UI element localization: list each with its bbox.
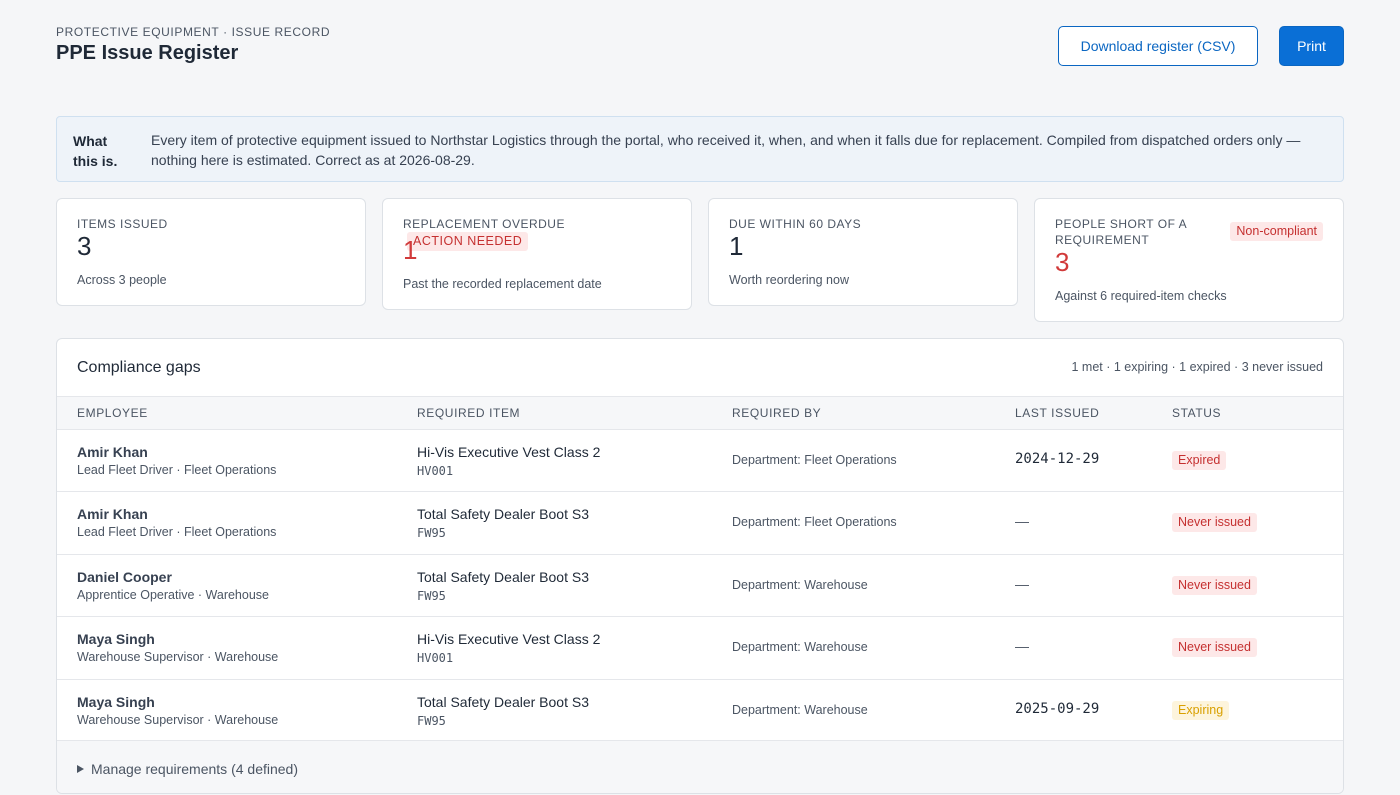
- employee-name: Amir Khan: [77, 444, 148, 460]
- col-employee: EMPLOYEE: [77, 406, 148, 420]
- required-by: Department: Fleet Operations: [732, 515, 897, 529]
- employee-name: Amir Khan: [77, 506, 148, 522]
- employee-role: Lead Fleet Driver · Fleet Operations: [77, 525, 277, 539]
- panel-title: Compliance gaps: [77, 359, 201, 376]
- stat-label: PEOPLE SHORT OF A REQUIREMENT: [1055, 217, 1187, 247]
- stat-card-items-issued: ITEMS ISSUED 3 Across 3 people: [56, 198, 366, 306]
- table-row: Amir Khan Lead Fleet Driver · Fleet Oper…: [57, 430, 1343, 492]
- item-code: HV001: [417, 464, 454, 478]
- manage-requirements-label: Manage requirements (4 defined): [91, 761, 299, 777]
- item-code: FW95: [417, 714, 446, 728]
- page-title: PPE Issue Register: [56, 42, 239, 64]
- required-by: Department: Warehouse: [732, 640, 868, 654]
- stat-card-due-60-days: DUE WITHIN 60 DAYS 1 Worth reordering no…: [708, 198, 1018, 306]
- print-button[interactable]: Print: [1279, 26, 1344, 66]
- stat-card-replacement-overdue: REPLACEMENT OVERDUE Action needed 1 Past…: [382, 198, 692, 310]
- last-issued: —: [1015, 576, 1029, 592]
- item-name: Hi-Vis Executive Vest Class 2: [417, 631, 601, 647]
- last-issued: 2024-12-29: [1015, 451, 1100, 467]
- status-badge: Expired: [1172, 451, 1227, 470]
- stat-label: ITEMS ISSUED: [77, 217, 168, 231]
- manage-requirements-toggle[interactable]: Manage requirements (4 defined): [77, 761, 298, 777]
- last-issued: —: [1015, 638, 1029, 654]
- info-text: Every item of protective equipment issue…: [151, 132, 1301, 168]
- col-required-item: REQUIRED ITEM: [417, 406, 521, 420]
- stat-value: 1: [403, 235, 418, 265]
- compliance-gaps-panel: Compliance gaps 1 met · 1 expiring · 1 e…: [56, 338, 1344, 794]
- item-name: Hi-Vis Executive Vest Class 2: [417, 444, 601, 460]
- page-eyebrow: PROTECTIVE EQUIPMENT · ISSUE RECORD: [56, 25, 331, 39]
- item-name: Total Safety Dealer Boot S3: [417, 506, 589, 522]
- item-code: HV001: [417, 651, 454, 665]
- info-banner: What this is. Every item of protective e…: [56, 116, 1344, 182]
- stat-sub: Worth reordering now: [729, 273, 849, 287]
- stat-card-people-short: PEOPLE SHORT OF A REQUIREMENT Non-compli…: [1034, 198, 1344, 322]
- employee-name: Maya Singh: [77, 631, 155, 647]
- employee-role: Lead Fleet Driver · Fleet Operations: [77, 463, 277, 477]
- status-badge: Never issued: [1172, 513, 1257, 532]
- disclosure-triangle-icon: [77, 765, 84, 773]
- stat-sub: Against 6 required-item checks: [1055, 289, 1227, 303]
- non-compliant-badge: Non-compliant: [1230, 222, 1323, 241]
- item-name: Total Safety Dealer Boot S3: [417, 569, 589, 585]
- status-badge: Never issued: [1172, 576, 1257, 595]
- table-row: Daniel Cooper Apprentice Operative · War…: [57, 555, 1343, 617]
- employee-name: Maya Singh: [77, 694, 155, 710]
- table-row: Amir Khan Lead Fleet Driver · Fleet Oper…: [57, 492, 1343, 555]
- page-header: PROTECTIVE EQUIPMENT · ISSUE RECORD PPE …: [56, 0, 1344, 116]
- item-code: FW95: [417, 589, 446, 603]
- status-badge: Never issued: [1172, 638, 1257, 657]
- stat-label: DUE WITHIN 60 DAYS: [729, 217, 862, 231]
- stat-value: 1: [729, 231, 744, 261]
- item-code: FW95: [417, 526, 446, 540]
- stat-label: REPLACEMENT OVERDUE Action needed: [403, 216, 691, 251]
- info-label: What this is.: [73, 133, 118, 169]
- page: PROTECTIVE EQUIPMENT · ISSUE RECORD PPE …: [56, 0, 1344, 794]
- stat-value: 3: [77, 231, 92, 261]
- col-required-by: REQUIRED BY: [732, 406, 822, 420]
- required-by: Department: Fleet Operations: [732, 453, 897, 467]
- required-by: Department: Warehouse: [732, 578, 868, 592]
- stat-sub: Past the recorded replacement date: [403, 277, 602, 291]
- action-needed-badge: Action needed: [407, 232, 529, 251]
- item-name: Total Safety Dealer Boot S3: [417, 694, 589, 710]
- stat-sub: Across 3 people: [77, 273, 167, 287]
- table-header: EMPLOYEE REQUIRED ITEM REQUIRED BY LAST …: [57, 396, 1343, 430]
- stat-label-text: REPLACEMENT OVERDUE: [403, 217, 565, 231]
- manage-requirements-row: Manage requirements (4 defined): [57, 741, 1343, 793]
- status-badge: Expiring: [1172, 701, 1230, 720]
- employee-name: Daniel Cooper: [77, 569, 172, 585]
- stat-value: 3: [1055, 247, 1070, 277]
- col-status: STATUS: [1172, 406, 1222, 420]
- table-row: Maya Singh Warehouse Supervisor · Wareho…: [57, 617, 1343, 680]
- employee-role: Warehouse Supervisor · Warehouse: [77, 650, 279, 664]
- last-issued: —: [1015, 513, 1029, 529]
- download-csv-button[interactable]: Download register (CSV): [1058, 26, 1258, 66]
- panel-summary: 1 met · 1 expiring · 1 expired · 3 never…: [1071, 360, 1323, 374]
- last-issued: 2025-09-29: [1015, 701, 1100, 717]
- table-row: Maya Singh Warehouse Supervisor · Wareho…: [57, 680, 1343, 741]
- required-by: Department: Warehouse: [732, 703, 868, 717]
- employee-role: Warehouse Supervisor · Warehouse: [77, 713, 279, 727]
- col-last-issued: LAST ISSUED: [1015, 406, 1100, 420]
- employee-role: Apprentice Operative · Warehouse: [77, 588, 269, 602]
